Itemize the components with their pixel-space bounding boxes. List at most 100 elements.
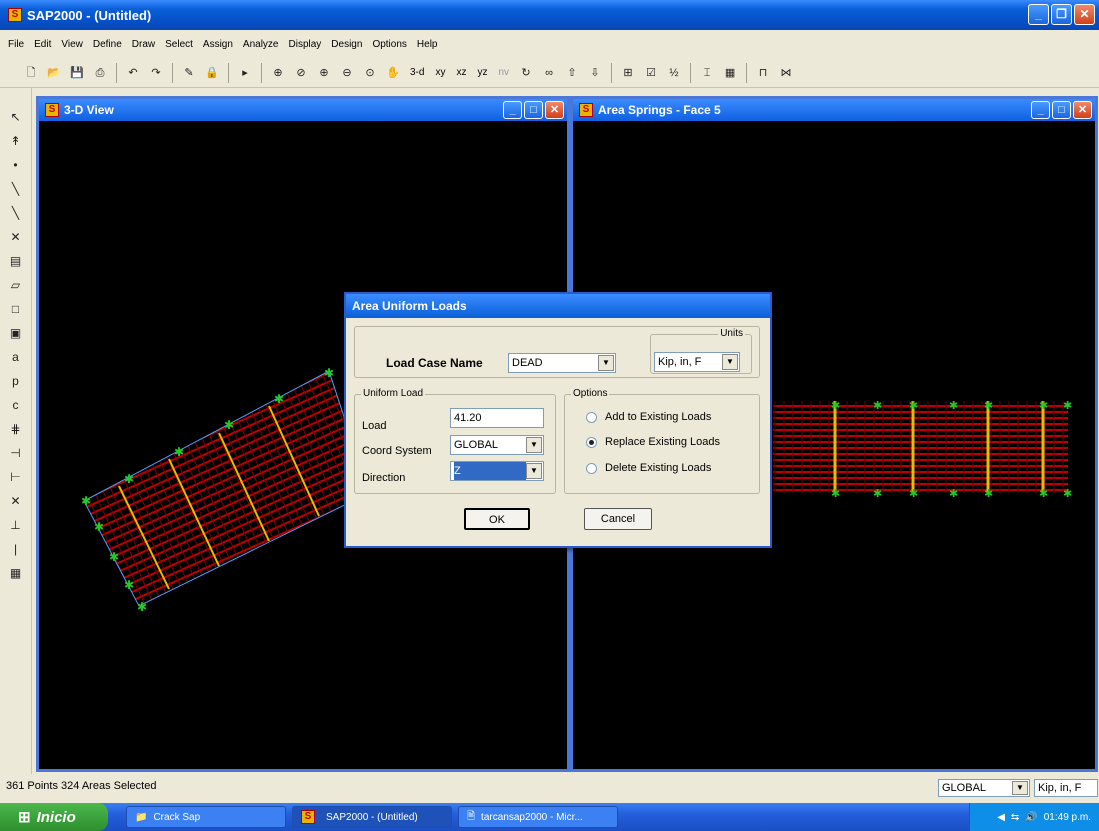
view-nv-button[interactable]: nv [495, 67, 512, 78]
poly-area-icon[interactable]: ▱ [7, 276, 25, 294]
rotate-icon[interactable]: ↻ [517, 64, 535, 82]
svg-text:✱: ✱ [324, 366, 334, 380]
tray-arrow-icon[interactable]: ◀ [997, 812, 1005, 823]
truss-icon[interactable]: ⋈ [777, 64, 795, 82]
ok-button[interactable]: OK [464, 508, 530, 530]
quick-frame-icon[interactable]: ╲ [7, 204, 25, 222]
network-icon[interactable]: ⇆ [1011, 812, 1019, 823]
checkbox-icon[interactable]: ☑ [642, 64, 660, 82]
run-analysis-icon[interactable]: ▸ [236, 64, 254, 82]
task-word-doc[interactable]: 🗎 tarcansap2000 - Micr... [458, 806, 618, 828]
perspective-icon[interactable]: ∞ [540, 64, 558, 82]
maximize-button[interactable]: □ [524, 101, 543, 119]
open-folder-icon[interactable]: 📂 [45, 64, 63, 82]
menu-view[interactable]: View [61, 39, 83, 50]
select-all-icon[interactable]: a [7, 348, 25, 366]
save-icon[interactable]: 💾 [68, 64, 86, 82]
menu-analyze[interactable]: Analyze [243, 39, 279, 50]
zoom-window-icon[interactable]: ⊕ [269, 64, 287, 82]
direction-select[interactable]: Z ▼ [450, 461, 544, 481]
menu-select[interactable]: Select [165, 39, 193, 50]
close-button[interactable]: ✕ [1074, 4, 1095, 25]
pencil-icon[interactable]: ✎ [180, 64, 198, 82]
section-icon[interactable]: ⌶ [698, 64, 716, 82]
minimize-button[interactable]: _ [503, 101, 522, 119]
zoom-in-icon[interactable]: ⊕ [315, 64, 333, 82]
menu-draw[interactable]: Draw [132, 39, 155, 50]
cancel-button[interactable]: Cancel [584, 508, 652, 530]
point-icon[interactable]: • [7, 156, 25, 174]
menu-options[interactable]: Options [372, 39, 406, 50]
view-3d-button[interactable]: 3-d [407, 67, 427, 78]
lock-icon[interactable]: 🔒 [203, 64, 221, 82]
maximize-button[interactable]: ❐ [1051, 4, 1072, 25]
shade-icon[interactable]: ▦ [721, 64, 739, 82]
load-case-select[interactable]: DEAD ▼ [508, 353, 616, 373]
close-button[interactable]: ✕ [545, 101, 564, 119]
menu-help[interactable]: Help [417, 39, 438, 50]
view-yz-button[interactable]: yz [474, 67, 490, 78]
pane-title: 3-D View [64, 103, 114, 117]
new-file-icon[interactable]: 🗋 [22, 64, 40, 82]
replace-existing-radio[interactable]: Replace Existing Loads [586, 436, 720, 448]
add-to-existing-radio[interactable]: Add to Existing Loads [586, 411, 711, 423]
brace-icon[interactable]: ✕ [7, 228, 25, 246]
fraction-icon[interactable]: ½ [665, 64, 683, 82]
previous-select-icon[interactable]: p [7, 372, 25, 390]
snap-point-icon[interactable]: ⊣ [7, 444, 25, 462]
snap-end-icon[interactable]: ⊢ [7, 468, 25, 486]
snap-perp-icon[interactable]: ⊥ [7, 516, 25, 534]
view-xz-button[interactable]: xz [453, 67, 469, 78]
undo-icon[interactable]: ↶ [124, 64, 142, 82]
pan-icon[interactable]: ✋ [384, 64, 402, 82]
load-input[interactable]: 41.20 [450, 408, 544, 428]
arrow-up-icon[interactable]: ⇧ [563, 64, 581, 82]
task-sap2000[interactable]: S SAP2000 - (Untitled) [292, 806, 452, 828]
redo-icon[interactable]: ↷ [147, 64, 165, 82]
menu-define[interactable]: Define [93, 39, 122, 50]
volume-icon[interactable]: 🔊 [1025, 812, 1037, 823]
menu-assign[interactable]: Assign [203, 39, 233, 50]
rect-area-icon[interactable]: □ [7, 300, 25, 318]
dialog-title: Area Uniform Loads [346, 294, 770, 318]
menu-bar: File Edit View Define Draw Select Assign… [0, 30, 1099, 58]
units-select[interactable]: Kip, in, F ▼ [654, 352, 740, 372]
arrow-down-icon[interactable]: ⇩ [586, 64, 604, 82]
view-xy-button[interactable]: xy [432, 67, 448, 78]
coord-system-select[interactable]: GLOBAL ▼ [938, 779, 1030, 797]
minimize-button[interactable]: _ [1031, 101, 1050, 119]
snap-icon[interactable]: ⊞ [619, 64, 637, 82]
maximize-button[interactable]: □ [1052, 101, 1071, 119]
units-select[interactable]: Kip, in, F [1034, 779, 1098, 797]
menu-edit[interactable]: Edit [34, 39, 51, 50]
reshape-icon[interactable]: ↟ [7, 132, 25, 150]
draw-frame-icon[interactable]: ╲ [7, 180, 25, 198]
task-crack-sap[interactable]: 📁 Crack Sap [126, 806, 286, 828]
close-button[interactable]: ✕ [1073, 101, 1092, 119]
zoom-previous-icon[interactable]: ⊘ [292, 64, 310, 82]
snap-grid-icon[interactable]: ▦ [7, 564, 25, 582]
chevron-down-icon: ▼ [526, 437, 542, 453]
delete-existing-radio[interactable]: Delete Existing Loads [586, 462, 711, 474]
menu-file[interactable]: File [8, 39, 24, 50]
zoom-fit-icon[interactable]: ⊙ [361, 64, 379, 82]
frame-icon[interactable]: ⊓ [754, 64, 772, 82]
snap-intersect-icon[interactable]: ✕ [7, 492, 25, 510]
menu-design[interactable]: Design [331, 39, 362, 50]
pointer-icon[interactable]: ↖ [7, 108, 25, 126]
snap-line-icon[interactable]: | [7, 540, 25, 558]
grid-icon[interactable]: ▤ [7, 252, 25, 270]
minimize-button[interactable]: _ [1028, 4, 1049, 25]
start-button[interactable]: ⊞ Inicio [0, 803, 108, 831]
menu-display[interactable]: Display [289, 39, 322, 50]
print-icon[interactable]: ⎙ [91, 64, 109, 82]
sap2000-icon: S [8, 8, 22, 22]
svg-text:✱: ✱ [94, 520, 104, 534]
clock: 01:49 p.m. [1043, 811, 1091, 823]
sap2000-icon: S [45, 103, 59, 117]
clear-select-icon[interactable]: c [7, 396, 25, 414]
coord-system-select[interactable]: GLOBAL ▼ [450, 435, 544, 455]
zoom-out-icon[interactable]: ⊖ [338, 64, 356, 82]
quick-area-icon[interactable]: ▣ [7, 324, 25, 342]
intersect-icon[interactable]: ⋕ [7, 420, 25, 438]
